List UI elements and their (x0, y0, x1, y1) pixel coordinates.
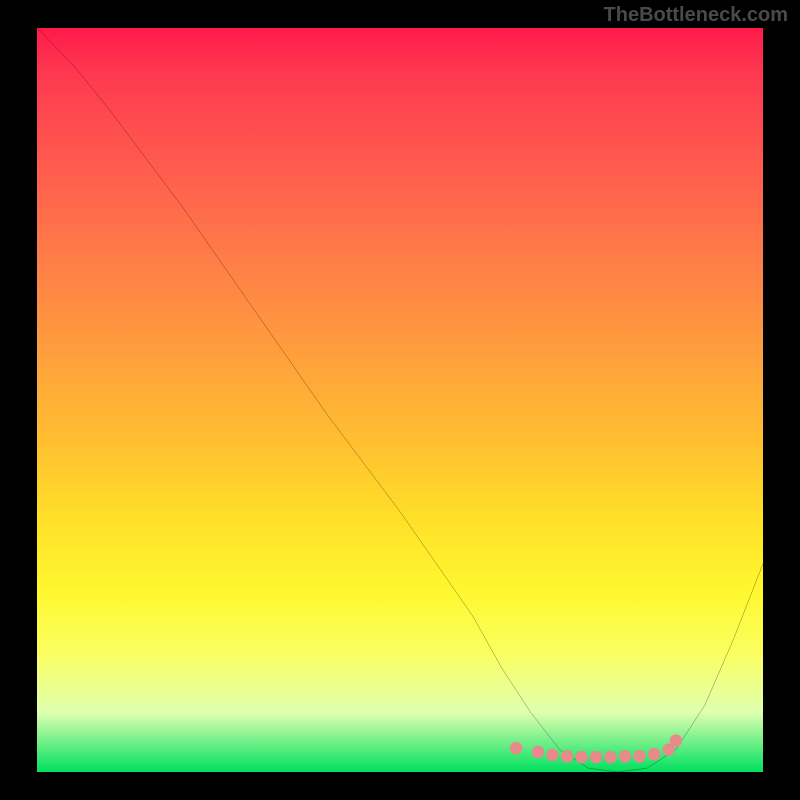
valley-dot (546, 749, 558, 762)
valley-dot (532, 746, 544, 759)
valley-dot (633, 750, 645, 763)
valley-dot (510, 742, 522, 755)
valley-dot (590, 751, 602, 764)
valley-dot (604, 751, 616, 764)
valley-dot (648, 748, 660, 761)
watermark-text: TheBottleneck.com (604, 4, 788, 27)
plot-area (37, 28, 763, 772)
chart-dots-svg (37, 28, 763, 772)
valley-dot (561, 750, 573, 763)
valley-dot (670, 734, 682, 747)
valley-dot (575, 751, 587, 764)
valley-dot (619, 750, 631, 763)
